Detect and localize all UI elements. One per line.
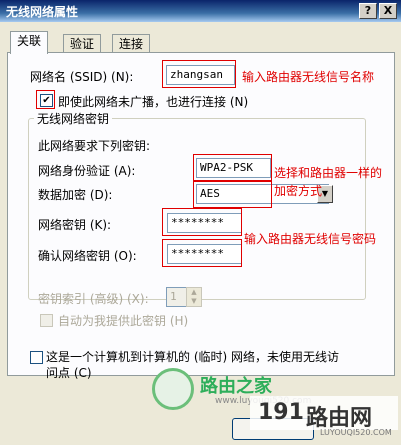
confirm-key-highlight-box [162, 239, 242, 267]
watermark-site2: LUYOUQI520.COM [320, 428, 392, 437]
adhoc-label-line2: 问点 (C) [46, 366, 92, 380]
checkbox-highlight-box [36, 90, 55, 109]
tab-association[interactable]: 关联 [10, 31, 49, 54]
password-annotation: 输入路由器无线信号密码 [244, 232, 377, 246]
adhoc-label-line1: 这是一个计算机到计算机的 (临时) 网络，未使用无线访 [46, 350, 339, 364]
auto-key-label: 自动为我提供此密钥 (H) [58, 314, 189, 328]
watermark-number: 191 [258, 400, 304, 425]
auto-key-checkbox [40, 314, 53, 327]
close-button[interactable]: X [379, 3, 397, 19]
brand-logo-icon [152, 368, 194, 410]
help-button[interactable]: ? [359, 3, 377, 19]
ssid-annotation: 输入路由器无线信号名称 [242, 70, 375, 84]
combo-annotation-line1: 选择和路由器一样的 [274, 166, 383, 180]
key-index-label: 密钥索引 (高级) (X): [38, 292, 149, 306]
key-group-desc: 此网络要求下列密钥: [38, 139, 151, 153]
confirm-key-label: 确认网络密钥 (O): [38, 249, 137, 263]
net-key-highlight-box [162, 208, 242, 236]
auth-label: 网络身份验证 (A): [38, 164, 136, 178]
adhoc-checkbox[interactable] [30, 351, 43, 364]
window-title: 无线网络属性 [6, 5, 79, 19]
tab-authentication[interactable]: 验证 [63, 34, 102, 53]
key-group-title: 无线网络密钥 [34, 110, 113, 127]
encrypt-label: 数据加密 (D): [38, 188, 113, 202]
watermark-brand: 路由之家 [200, 376, 272, 397]
combo-annotation-line2: 加密方式 [274, 184, 323, 198]
ssid-highlight-box [162, 60, 236, 88]
tab-connection[interactable]: 连接 [112, 34, 151, 53]
title-bar: 无线网络属性 ? X [0, 0, 401, 22]
encrypt-highlight-box [193, 180, 272, 208]
broadcast-label: 即使此网络未广播，也进行连接 (N) [58, 95, 249, 109]
auth-highlight-box [193, 154, 272, 182]
spinner-icon: ▲ ▼ [186, 287, 202, 307]
net-key-label: 网络密钥 (K): [38, 218, 112, 232]
ssid-label: 网络名 (SSID) (N): [30, 70, 134, 84]
